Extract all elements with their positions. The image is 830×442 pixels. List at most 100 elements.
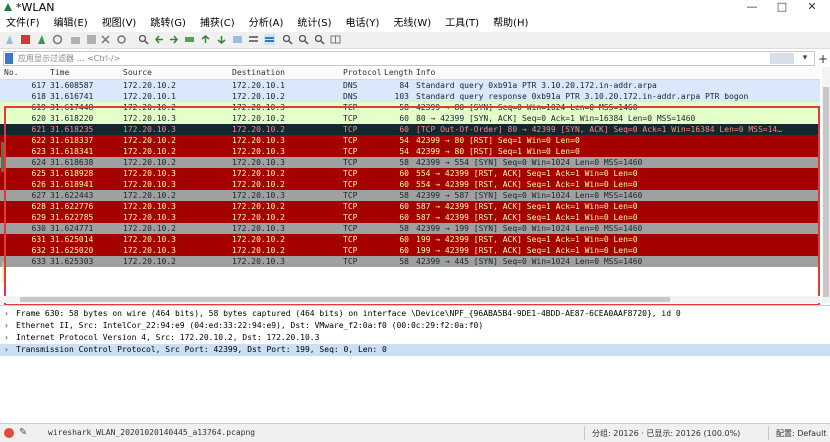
packet-row[interactable]: 630 31.624771 172.20.10.2 172.20.10.3 TCP 58 4… — [0, 223, 820, 234]
packet-row[interactable]: 621 31.618235 172.20.10.3 172.20.10.2 TCP 60 [… — [0, 124, 820, 135]
packet-length: 84 — [399, 81, 409, 90]
menu-statistics[interactable]: 统计(S) — [297, 16, 331, 32]
zoom-in-icon[interactable] — [282, 34, 293, 45]
col-header-no[interactable]: No. — [4, 67, 18, 79]
packet-row[interactable]: 632 31.625020 172.20.10.3 172.20.10.2 TCP 60 1… — [0, 245, 820, 256]
col-header-destination[interactable]: Destination — [232, 67, 285, 79]
packet-destination: 172.20.10.2 — [232, 92, 285, 101]
packet-row[interactable]: 622 31.618337 172.20.10.2 172.20.10.3 TCP 54 4… — [0, 135, 820, 146]
menu-wireless[interactable]: 无线(W) — [393, 16, 431, 32]
expand-arrow-icon[interactable]: › — [4, 344, 9, 356]
packet-row[interactable]: 626 31.618941 172.20.10.3 172.20.10.2 TCP 60 5… — [0, 179, 820, 190]
detail-tree-row[interactable]: › Transmission Control Protocol, Src Port… — [0, 344, 830, 356]
menu-help[interactable]: 帮助(H) — [493, 16, 528, 32]
go-back-icon[interactable] — [154, 34, 165, 45]
display-filter-input[interactable]: 应用显示过滤器 … <Ctrl-/> ▾ — [3, 51, 815, 66]
profile-selector[interactable]: 配置: Default — [776, 428, 826, 439]
close-button[interactable]: ✕ — [798, 0, 826, 16]
packet-row[interactable]: 618 31.616741 172.20.10.1 172.20.10.2 DNS 103… — [0, 91, 820, 102]
maximize-button[interactable]: □ — [768, 0, 796, 16]
restart-capture-icon[interactable] — [36, 34, 47, 45]
col-header-time[interactable]: Time — [50, 67, 69, 79]
packet-row[interactable]: 624 31.618638 172.20.10.2 172.20.10.3 TCP 58 4… — [0, 157, 820, 168]
add-filter-button[interactable]: + — [818, 52, 828, 66]
go-forward-icon[interactable] — [168, 34, 179, 45]
bookmark-icon[interactable] — [5, 53, 13, 64]
first-packet-icon[interactable] — [200, 34, 211, 45]
packet-list-hscroll[interactable] — [0, 296, 820, 303]
packet-destination: 172.20.10.3 — [232, 257, 285, 266]
menu-capture[interactable]: 捕获(C) — [200, 16, 235, 32]
capture-comment-icon[interactable]: ✎ — [19, 427, 27, 438]
status-divider — [584, 426, 585, 440]
packet-row[interactable]: 620 31.618220 172.20.10.3 172.20.10.2 TCP 60 8… — [0, 113, 820, 124]
expand-arrow-icon[interactable]: › — [4, 320, 9, 332]
packet-length: 60 — [399, 213, 409, 222]
resize-columns-icon[interactable] — [330, 34, 341, 45]
find-packet-icon[interactable] — [138, 34, 149, 45]
packet-row[interactable]: 623 31.618341 172.20.10.2 172.20.10.3 TCP 54 4… — [0, 146, 820, 157]
packet-row[interactable]: 627 31.622443 172.20.10.2 172.20.10.3 TCP 58 4… — [0, 190, 820, 201]
packet-row[interactable]: 631 31.625014 172.20.10.3 172.20.10.2 TCP 60 1… — [0, 234, 820, 245]
colorize-active-icon[interactable] — [264, 34, 275, 45]
minimize-button[interactable]: — — [738, 0, 766, 16]
packet-row[interactable]: 619 31.617448 172.20.10.2 172.20.10.3 TCP 58 4… — [0, 102, 820, 113]
stop-capture-icon[interactable] — [20, 34, 31, 45]
zoom-reset-icon[interactable] — [314, 34, 325, 45]
packet-source: 172.20.10.3 — [123, 213, 176, 222]
go-to-packet-icon[interactable] — [184, 34, 195, 45]
menu-analyze[interactable]: 分析(A) — [249, 16, 284, 32]
detail-tree-row[interactable]: › Internet Protocol Version 4, Src: 172.2… — [0, 332, 830, 344]
open-file-icon[interactable] — [70, 34, 81, 45]
packet-protocol: TCP — [343, 125, 358, 134]
packet-source: 172.20.10.2 — [123, 257, 176, 266]
packet-row[interactable]: 617 31.608587 172.20.10.2 172.20.10.1 DNS 84 S… — [0, 80, 820, 91]
packet-row[interactable]: 628 31.622776 172.20.10.3 172.20.10.2 TCP 60 5… — [0, 201, 820, 212]
col-header-source[interactable]: Source — [123, 67, 152, 79]
vscroll-thumb[interactable] — [823, 87, 829, 297]
packet-list[interactable]: No. Time Source Destination Protocol Len… — [0, 67, 830, 306]
close-file-icon[interactable] — [100, 34, 111, 45]
menu-edit[interactable]: 编辑(E) — [54, 16, 88, 32]
packet-destination: 172.20.10.3 — [232, 147, 285, 156]
col-header-info[interactable]: Info — [416, 67, 435, 79]
packet-row[interactable]: 633 31.625303 172.20.10.2 172.20.10.3 TCP 58 4… — [0, 256, 820, 267]
expert-info-icon[interactable] — [4, 428, 14, 438]
menu-file[interactable]: 文件(F) — [6, 16, 40, 32]
col-header-protocol[interactable]: Protocol — [343, 67, 382, 79]
reload-icon[interactable] — [116, 34, 127, 45]
menu-go[interactable]: 跳转(G) — [150, 16, 186, 32]
detail-tree-row[interactable]: › Ethernet II, Src: IntelCor_22:94:e9 (04… — [0, 320, 830, 332]
menu-view[interactable]: 视图(V) — [102, 16, 137, 32]
colorize-icon[interactable] — [248, 34, 259, 45]
packet-protocol: TCP — [343, 114, 358, 123]
expand-arrow-icon[interactable]: › — [4, 332, 9, 344]
menu-tools[interactable]: 工具(T) — [445, 16, 479, 32]
packet-row[interactable]: 625 31.618928 172.20.10.3 172.20.10.2 TCP 60 5… — [0, 168, 820, 179]
filter-history-dropdown[interactable]: ▾ — [800, 52, 810, 65]
packet-details-pane[interactable]: › Frame 630: 58 bytes on wire (464 bits),… — [0, 305, 830, 424]
packet-source: 172.20.10.3 — [123, 202, 176, 211]
packet-time: 31.622776 — [50, 202, 94, 211]
packet-time: 31.618941 — [50, 180, 94, 189]
detail-tree-row[interactable]: › Frame 630: 58 bytes on wire (464 bits),… — [0, 308, 830, 320]
auto-scroll-icon[interactable] — [232, 34, 243, 45]
packet-info: 42399 → 554 [SYN] Seq=0 Win=1024 Len=0 M… — [416, 158, 643, 167]
menu-telephony[interactable]: 电话(Y) — [346, 16, 380, 32]
last-packet-icon[interactable] — [216, 34, 227, 45]
packet-source: 172.20.10.3 — [123, 246, 176, 255]
start-capture-icon[interactable] — [4, 34, 15, 45]
col-header-length[interactable]: Length — [384, 67, 413, 79]
zoom-out-icon[interactable] — [298, 34, 309, 45]
packet-length: 60 — [399, 125, 409, 134]
expand-arrow-icon[interactable]: › — [4, 308, 9, 320]
apply-filter-arrow-icon[interactable] — [770, 53, 794, 64]
packet-row[interactable]: 629 31.622785 172.20.10.3 172.20.10.2 TCP 60 5… — [0, 212, 820, 223]
capture-options-icon[interactable] — [52, 34, 63, 45]
packet-list-vscroll[interactable] — [822, 67, 830, 303]
packet-no: 633 — [31, 257, 46, 266]
hscroll-thumb[interactable] — [20, 297, 670, 302]
packet-info: 554 → 42399 [RST, ACK] Seq=1 Ack=1 Win=0… — [416, 180, 638, 189]
packet-destination: 172.20.10.2 — [232, 246, 285, 255]
save-file-icon[interactable] — [86, 34, 97, 45]
